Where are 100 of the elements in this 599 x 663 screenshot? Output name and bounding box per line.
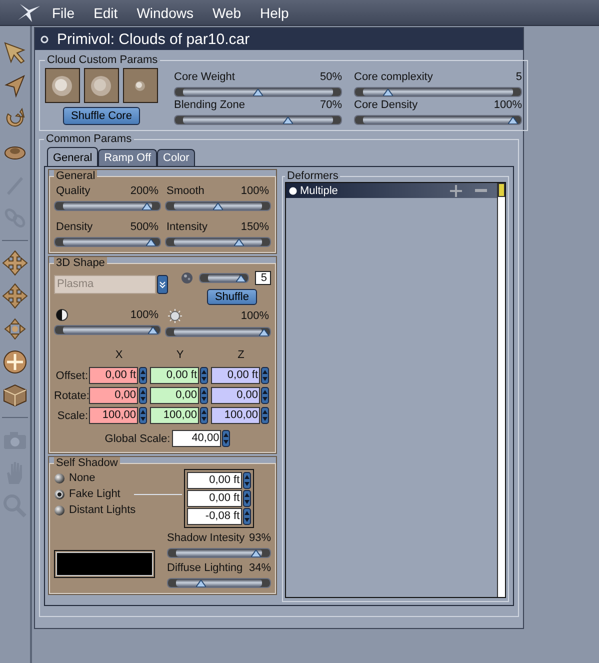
- column-header: Z: [236, 349, 246, 361]
- slider-value: 150%: [240, 221, 269, 233]
- spinner-icon[interactable]: [261, 387, 269, 404]
- slider-track[interactable]: [174, 115, 342, 125]
- spinner-icon[interactable]: [242, 472, 251, 489]
- sun-icon: [166, 309, 182, 323]
- scale-icon[interactable]: [2, 316, 28, 342]
- slider-track[interactable]: [54, 237, 160, 247]
- field-label: Global Scale:: [104, 432, 170, 444]
- menu-item[interactable]: Windows: [136, 4, 194, 20]
- slider-label: Density: [56, 221, 93, 233]
- slider-label: Diffuse Lighting: [167, 562, 243, 574]
- slider-value: 500%: [130, 221, 158, 233]
- number-field[interactable]: 0,00: [89, 387, 138, 404]
- slider-track[interactable]: [54, 325, 160, 335]
- arrow-icon[interactable]: [2, 40, 28, 66]
- slider-track[interactable]: [174, 87, 342, 97]
- number-field[interactable]: -0,08 ft: [186, 508, 242, 525]
- menu-item[interactable]: Edit: [94, 4, 118, 20]
- move-icon[interactable]: [2, 283, 28, 309]
- number-field[interactable]: 100,00: [89, 407, 138, 424]
- slider-track[interactable]: [167, 548, 271, 558]
- slider-track[interactable]: [354, 115, 522, 125]
- value-field[interactable]: 5: [255, 271, 271, 285]
- slider-thumb[interactable]: [148, 327, 158, 334]
- spinner-icon[interactable]: [139, 387, 147, 404]
- spinner-icon[interactable]: [200, 367, 208, 384]
- row-label: Scale:: [56, 410, 88, 422]
- section-title: 3D Shape: [54, 257, 107, 269]
- slider-label: Core complexity: [354, 71, 433, 83]
- remove-icon[interactable]: [475, 188, 487, 192]
- slider-value: 100%: [130, 309, 158, 321]
- sphere-icon: [181, 272, 193, 284]
- spinner-icon[interactable]: [242, 508, 251, 525]
- row-label: Offset:: [54, 370, 88, 382]
- slider-thumb[interactable]: [196, 580, 206, 587]
- slider-thumb[interactable]: [142, 203, 152, 210]
- number-field[interactable]: 100,00: [150, 407, 199, 424]
- window-title: Primivol: Clouds of par10.car: [57, 30, 250, 48]
- slider-thumb[interactable]: [234, 239, 244, 246]
- slider-thumb[interactable]: [146, 239, 156, 246]
- slider-thumb[interactable]: [212, 203, 223, 210]
- slider-thumb[interactable]: [282, 117, 293, 124]
- spinner-icon[interactable]: [261, 367, 269, 384]
- close-icon[interactable]: [40, 34, 49, 44]
- section-title: General: [54, 170, 98, 182]
- slider-track[interactable]: [167, 578, 271, 588]
- number-field[interactable]: 100,00: [211, 407, 260, 424]
- menu-item[interactable]: Web: [212, 4, 242, 20]
- menu-item[interactable]: File: [52, 4, 75, 20]
- slider-thumb[interactable]: [508, 117, 518, 124]
- slider-thumb[interactable]: [383, 89, 394, 96]
- tab[interactable]: Ramp Off: [98, 149, 158, 166]
- slider-track[interactable]: [164, 327, 271, 337]
- radio-label: Distant Lights: [69, 504, 136, 516]
- list-item[interactable]: Multiple: [286, 183, 497, 198]
- number-field[interactable]: 0,00: [150, 387, 199, 404]
- slider-track[interactable]: [164, 201, 271, 211]
- add-icon[interactable]: [450, 184, 462, 196]
- slider-track[interactable]: [354, 87, 522, 97]
- number-field[interactable]: 0,00 ft: [89, 367, 138, 384]
- slider-thumb[interactable]: [250, 550, 261, 557]
- tab[interactable]: General: [47, 147, 98, 166]
- shuffle-button[interactable]: Shuffle: [206, 289, 257, 305]
- number-field[interactable]: 0,00 ft: [186, 490, 242, 507]
- slider-track[interactable]: [54, 201, 160, 211]
- shuffle-core-button[interactable]: Shuffle Core: [63, 107, 140, 125]
- number-field[interactable]: 0,00 ft: [211, 367, 260, 384]
- slider-thumb[interactable]: [236, 275, 246, 282]
- tab[interactable]: Color: [157, 149, 196, 166]
- number-field[interactable]: 0,00 ft: [186, 472, 242, 489]
- spinner-icon[interactable]: [200, 387, 208, 404]
- number-field[interactable]: 0,00 ft: [150, 367, 199, 384]
- slider-value: 5: [516, 71, 522, 83]
- spinner-icon[interactable]: [242, 490, 251, 507]
- color-swatch[interactable]: [56, 552, 153, 576]
- scrollbar[interactable]: [497, 183, 505, 597]
- spinner-icon[interactable]: [139, 407, 147, 424]
- dropdown-icon[interactable]: [157, 275, 168, 294]
- contrast-icon: [56, 309, 68, 321]
- slider-thumb[interactable]: [253, 89, 263, 96]
- number-field[interactable]: 0,00: [211, 387, 260, 404]
- pointer-icon[interactable]: [2, 73, 28, 99]
- slider-thumb[interactable]: [258, 329, 269, 336]
- cube-icon[interactable]: [2, 382, 28, 408]
- slider-track[interactable]: [164, 237, 271, 247]
- radio-button[interactable]: [54, 472, 65, 484]
- slider-label: Shadow Intesity: [167, 532, 245, 544]
- spinner-icon[interactable]: [261, 407, 269, 424]
- radio-button[interactable]: [54, 488, 65, 500]
- spinner-icon[interactable]: [139, 367, 147, 384]
- move-icon[interactable]: [2, 250, 28, 276]
- radio-button[interactable]: [54, 504, 65, 516]
- slider-value: 200%: [130, 185, 158, 197]
- spinner-icon[interactable]: [222, 430, 230, 447]
- menu-item[interactable]: Help: [260, 4, 289, 20]
- spinner-icon[interactable]: [200, 407, 208, 424]
- number-field[interactable]: 40,00: [172, 430, 222, 447]
- slider-track[interactable]: [199, 273, 249, 283]
- slider-label: Blending Zone: [174, 99, 245, 111]
